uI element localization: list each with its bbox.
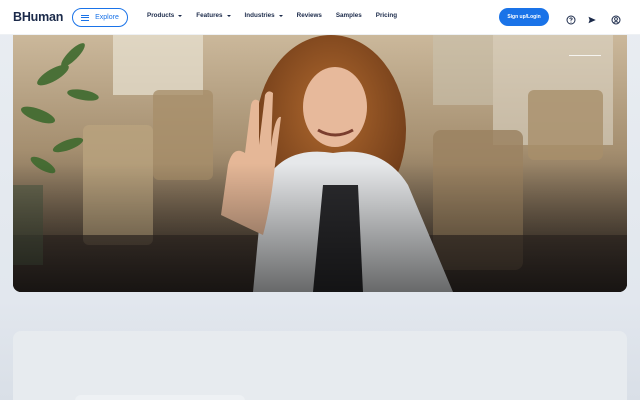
chevron-down-icon <box>178 14 183 17</box>
send-icon[interactable] <box>587 12 597 24</box>
nav-item-industries[interactable]: Industries <box>245 12 283 19</box>
card-inner-block <box>75 395 245 400</box>
help-circle-icon[interactable] <box>566 12 576 25</box>
nav-item-pricing[interactable]: Pricing <box>376 12 397 19</box>
chevron-down-icon <box>278 14 283 17</box>
main-nav: Products Features Industries Reviews Sam… <box>147 12 411 19</box>
signup-login-button[interactable]: Sign up/Login <box>499 8 549 26</box>
explore-button[interactable]: Explore <box>72 8 128 27</box>
nav-industries-label: Industries <box>244 12 275 19</box>
nav-reviews-label: Reviews <box>296 12 322 19</box>
user-icon[interactable] <box>611 12 621 25</box>
brand-logo[interactable]: BHuman <box>13 10 63 24</box>
nav-item-features[interactable]: Features <box>196 12 231 19</box>
nav-features-label: Features <box>196 12 223 19</box>
menu-icon <box>81 14 90 21</box>
nav-item-reviews[interactable]: Reviews <box>297 12 322 19</box>
nav-samples-label: Samples <box>335 12 362 19</box>
hero-photo-illustration <box>13 35 627 292</box>
chevron-down-icon <box>226 14 231 17</box>
hero-image <box>13 35 627 292</box>
nav-products-label: Products <box>147 12 175 19</box>
hero-progress-indicator <box>569 55 601 56</box>
nav-item-products[interactable]: Products <box>147 12 183 19</box>
nav-pricing-label: Pricing <box>375 12 398 19</box>
content-card <box>13 331 627 400</box>
explore-label: Explore <box>95 14 119 21</box>
top-navbar: BHuman Explore Products Features Industr… <box>0 0 640 35</box>
nav-item-samples[interactable]: Samples <box>336 12 362 19</box>
